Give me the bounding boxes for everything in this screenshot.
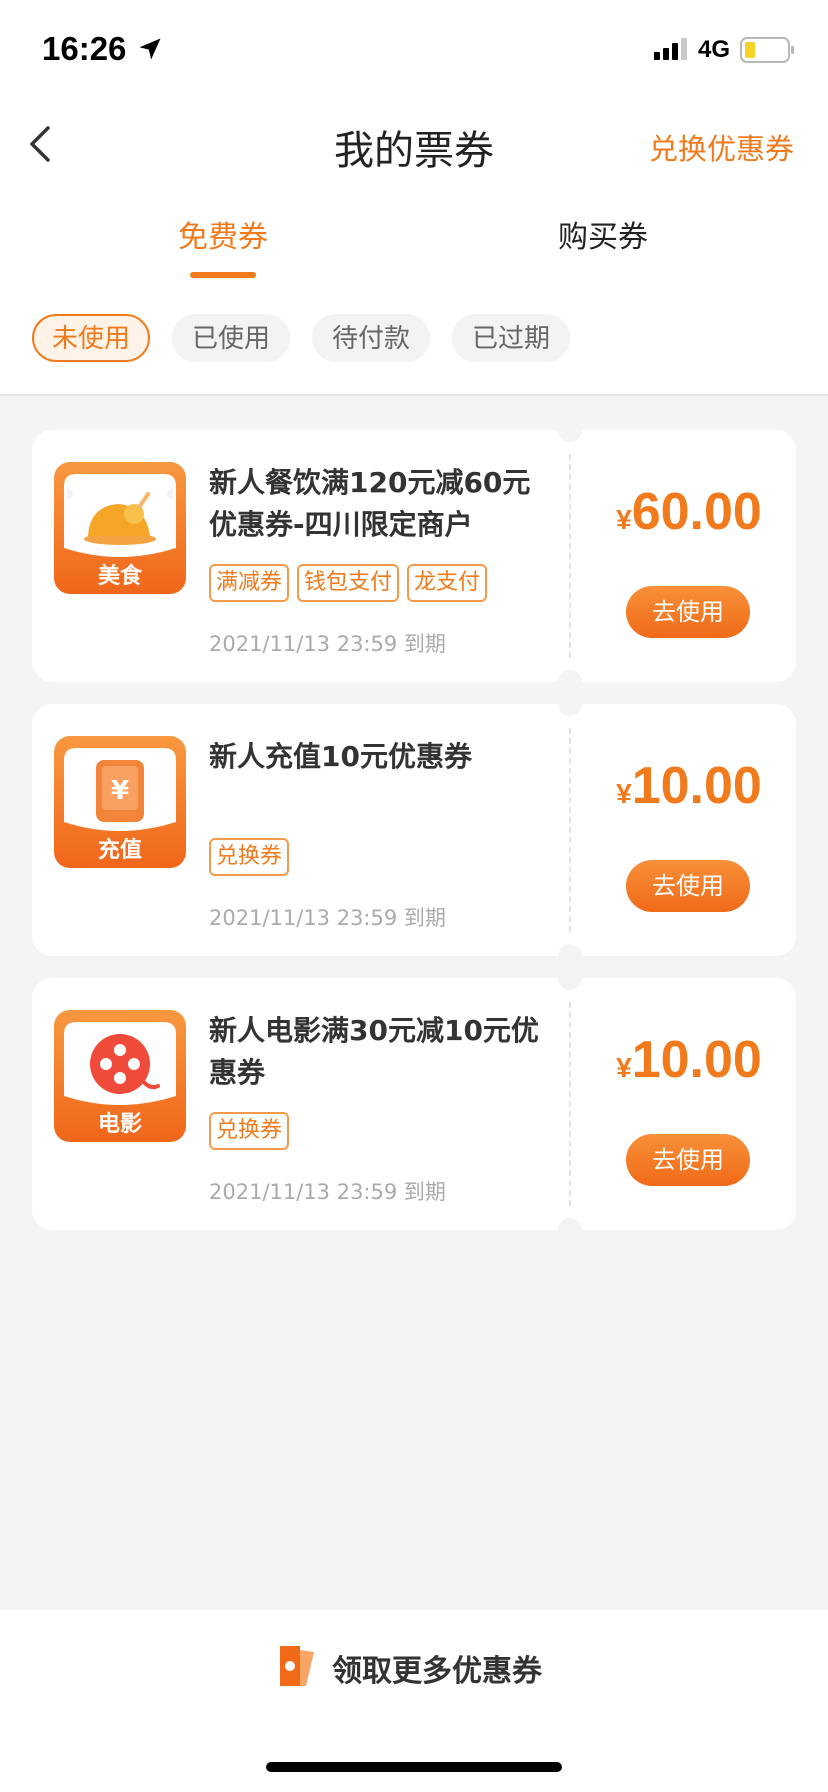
card-divider (569, 728, 571, 932)
card-notch (558, 692, 582, 716)
coupon-category-label: 充值 (97, 838, 142, 863)
get-more-coupons-label: 领取更多优惠券 (332, 1654, 542, 1689)
amount-value: 10.00 (631, 1031, 762, 1089)
coupon-tag: 龙支付 (407, 564, 488, 602)
coupon-title: 新人电影满30元减10元优 惠券 (209, 1010, 549, 1094)
coupon-expiry: 2021/11/13 23:59 到期 (209, 1180, 446, 1204)
coupon-tags: 兑换券 (209, 838, 297, 876)
svg-text:¥: ¥ (111, 776, 129, 806)
card-notch (558, 944, 582, 968)
coupon-title: 新人充值10元优惠券 (209, 736, 549, 778)
coupon-title-line: 新人电影满30元减10元优 (209, 1014, 539, 1047)
coupon-card: ¥ 充值 新人充值10元优惠券 兑换券 2021/11/13 23:59 到期 … (32, 692, 796, 968)
currency-symbol: ¥ (616, 778, 632, 809)
card-notch (558, 670, 582, 694)
use-coupon-button[interactable]: 去使用 (626, 586, 750, 638)
coupon-title: 新人餐饮满120元减60元 优惠券-四川限定商户 (209, 462, 549, 546)
coupon-category-label: 美食 (97, 564, 142, 589)
coupon-amount: ¥10.00 (582, 756, 796, 816)
use-coupon-button[interactable]: 去使用 (626, 1134, 750, 1186)
location-arrow-icon (139, 38, 161, 60)
card-divider (569, 1002, 571, 1206)
coupon-tags: 兑换券 (209, 1112, 297, 1150)
home-indicator (266, 1762, 562, 1772)
amount-value: 60.00 (631, 483, 762, 541)
coupon-amount: ¥60.00 (582, 482, 796, 542)
status-time: 16:26 (42, 30, 127, 67)
coupon-tag: 兑换券 (209, 838, 290, 876)
coupon-amount: ¥10.00 (582, 1030, 796, 1090)
filter-expired[interactable]: 已过期 (452, 314, 570, 362)
currency-symbol: ¥ (616, 504, 632, 535)
coupon-title-line: 惠券 (209, 1056, 266, 1089)
card-divider (569, 454, 571, 658)
coupon-card: 美食 新人餐饮满120元减60元 优惠券-四川限定商户 满减券 钱包支付 龙支付 2… (32, 418, 796, 694)
coupon-expiry: 2021/11/13 23:59 到期 (209, 906, 446, 930)
coupon-title-line: 新人餐饮满120元减60元 (209, 466, 531, 499)
main-tabs: 免费券 购买券 (0, 212, 828, 282)
coupon-title-line: 新人充值10元优惠券 (209, 740, 472, 773)
active-tab-indicator (190, 272, 256, 278)
amount-value: 10.00 (631, 757, 762, 815)
coupon-tag: 兑换券 (209, 1112, 290, 1150)
use-coupon-button[interactable]: 去使用 (626, 860, 750, 912)
coupon-category-label: 电影 (97, 1112, 142, 1137)
coupon-card: 电影 新人电影满30元减10元优 惠券 兑换券 2021/11/13 23:59… (32, 966, 796, 1242)
redeem-coupon-link[interactable]: 兑换优惠券 (649, 126, 794, 168)
tab-free-coupons[interactable]: 免费券 (123, 212, 323, 256)
status-bar: 16:26 4G (0, 0, 828, 100)
filter-unused[interactable]: 未使用 (32, 314, 150, 362)
card-notch (558, 418, 582, 442)
coupon-tags: 满减券 钱包支付 龙支付 (209, 564, 495, 602)
filter-used[interactable]: 已使用 (172, 314, 290, 362)
coupon-expiry: 2021/11/13 23:59 到期 (209, 632, 446, 656)
currency-symbol: ¥ (616, 1052, 632, 1083)
bottom-bar: 领取更多优惠券 (0, 1610, 828, 1792)
filter-pending-payment[interactable]: 待付款 (312, 314, 430, 362)
tab-purchased-coupons[interactable]: 购买券 (503, 212, 703, 256)
signal-icon (654, 38, 687, 60)
card-notch (558, 1218, 582, 1242)
battery-icon (740, 37, 794, 63)
header-area: 16:26 4G 我的票券 兑换优惠券 免费券 购买券 未使用 已使用 待付款 … (0, 0, 828, 396)
network-label: 4G (698, 36, 731, 63)
coupon-tag: 钱包支付 (297, 564, 400, 602)
coupon-tag: 满减券 (209, 564, 290, 602)
card-notch (558, 966, 582, 990)
ticket-icon (280, 1646, 314, 1686)
coupon-title-line: 优惠券-四川限定商户 (209, 508, 473, 541)
